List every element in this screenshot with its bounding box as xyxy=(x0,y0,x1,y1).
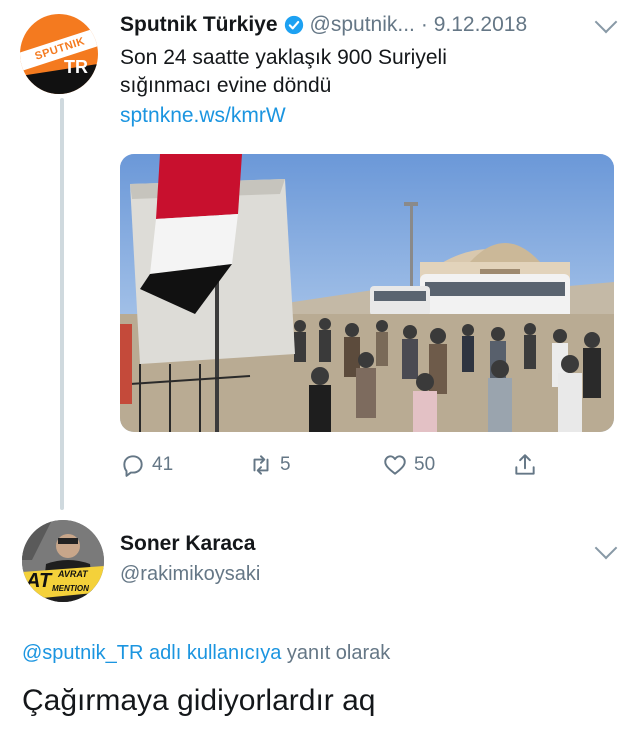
reply-action[interactable]: 41 xyxy=(120,452,173,478)
verified-badge-icon xyxy=(284,15,303,35)
replying-to-suffix-link[interactable]: adlı kullanıcıya xyxy=(149,642,281,664)
reply-body: Çağırmaya gidiyorlardır aq xyxy=(22,684,376,717)
tweet-text-line-1: Son 24 saatte yaklaşık 900 Suriyeli xyxy=(120,46,447,69)
avatar-logo-at: AT xyxy=(26,570,52,592)
heart-icon xyxy=(384,455,406,475)
replying-to-label: yanıt olarak xyxy=(286,642,391,664)
reply-menu-chevron-icon[interactable] xyxy=(594,536,618,560)
reply-count: 41 xyxy=(152,454,174,475)
reply-icon xyxy=(123,455,143,477)
author-name[interactable]: Sputnik Türkiye xyxy=(120,13,278,37)
tweet-body: Son 24 saatte yaklaşık 900 Suriyeli sığı… xyxy=(120,44,590,100)
like-action[interactable]: 50 xyxy=(382,452,435,478)
reply-author-name[interactable]: Soner Karaca xyxy=(120,532,255,556)
replying-to-handle-link[interactable]: @sputnik_TR xyxy=(22,642,143,664)
avatar-badge-text: TR xyxy=(64,57,88,77)
tweet-text-line-2: sığınmacı evine döndü xyxy=(120,74,332,97)
photo-scene xyxy=(120,154,614,432)
soner-avatar[interactable]: AT AVRAT MENTION xyxy=(22,520,104,602)
retweet-action[interactable]: 5 xyxy=(248,452,291,478)
share-action[interactable] xyxy=(512,452,544,478)
tweet-photo[interactable] xyxy=(120,154,614,432)
tweet-link[interactable]: sptnkne.ws/kmrW xyxy=(120,104,286,128)
avatar-logo-avrat: AVRAT xyxy=(58,569,88,579)
author-handle[interactable]: @sputnik... xyxy=(310,13,415,37)
tweet-header: Sputnik Türkiye @sputnik... · 9.12.2018 xyxy=(120,10,620,40)
tweet-actions: 41 5 50 xyxy=(120,452,600,482)
retweet-count: 5 xyxy=(280,454,291,475)
tweet-date[interactable]: · 9.12.2018 xyxy=(421,13,527,37)
sputnik-avatar[interactable]: SPUTNIK TR xyxy=(20,14,98,94)
retweet-icon xyxy=(253,455,269,475)
reply-author-handle[interactable]: @rakimikoysaki xyxy=(120,563,260,586)
thread-connector-line xyxy=(60,98,64,510)
avatar-logo-mention: MENTION xyxy=(52,584,89,593)
like-count: 50 xyxy=(414,454,436,475)
share-icon xyxy=(515,454,535,475)
replying-to: @sputnik_TR adlı kullanıcıya yanıt olara… xyxy=(22,642,390,665)
